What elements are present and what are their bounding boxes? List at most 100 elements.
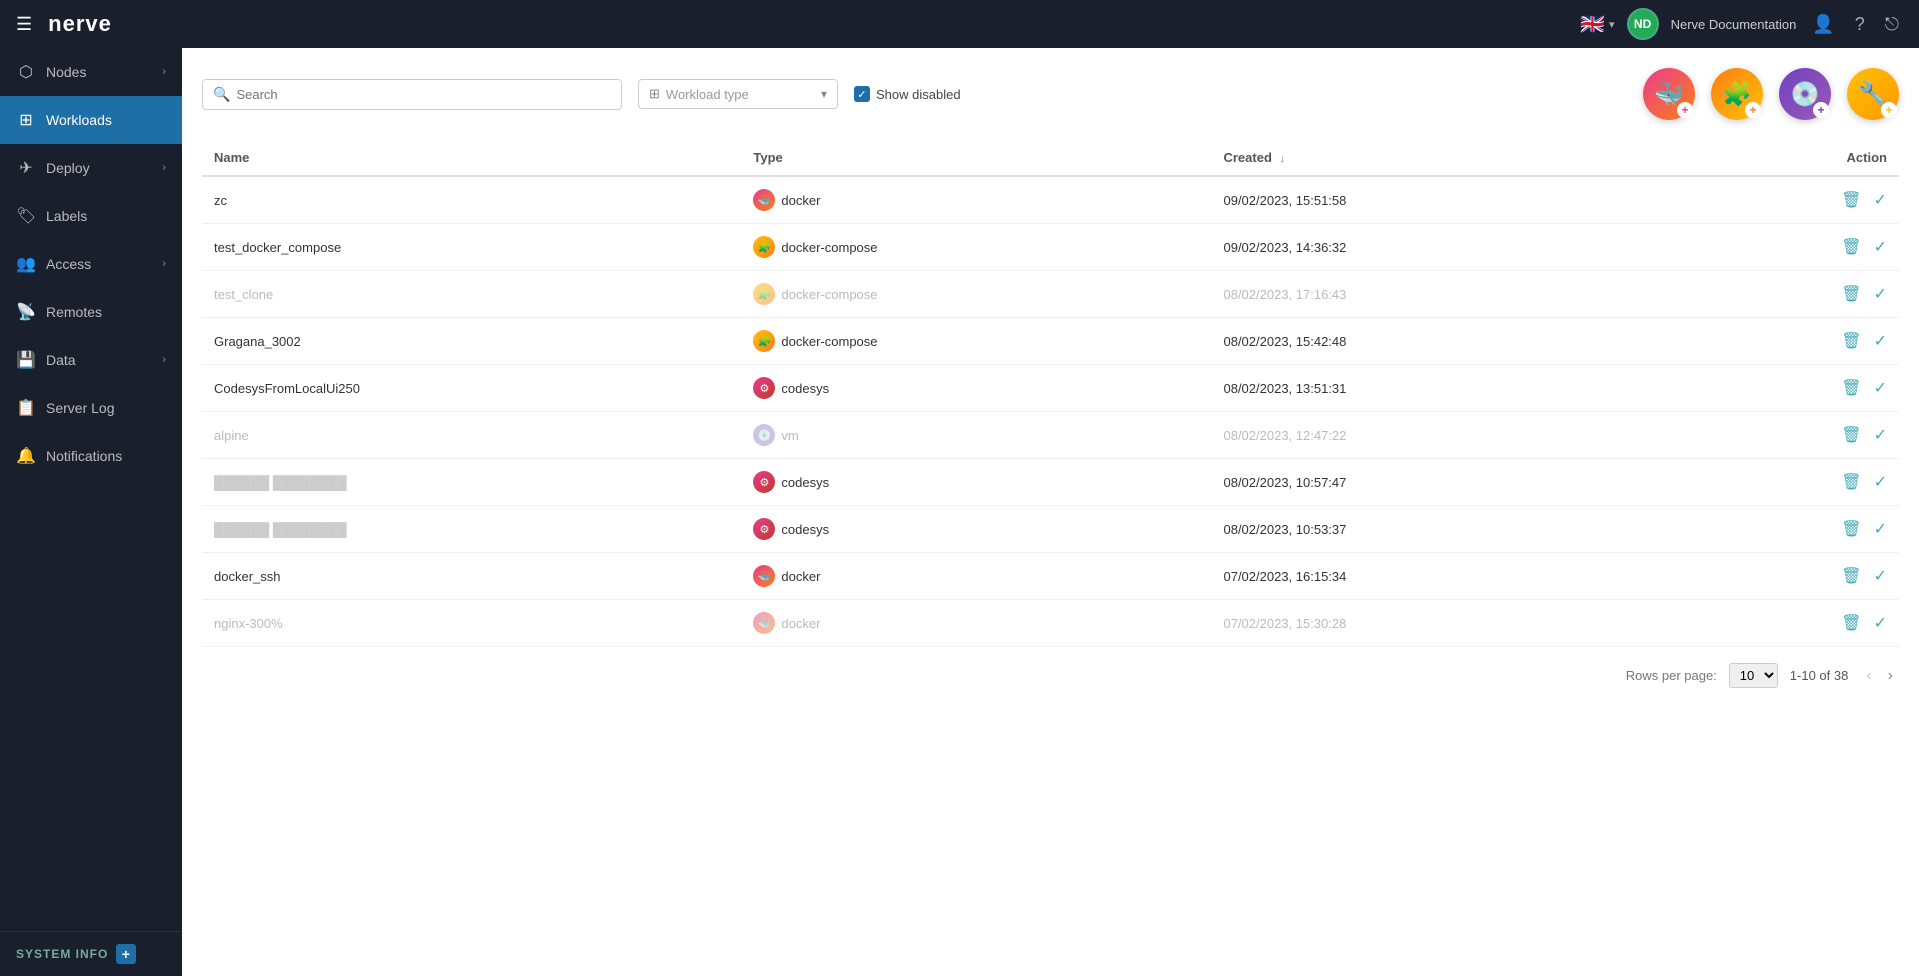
add-docker-button[interactable]: 🐳 + [1643,68,1695,120]
workloads-table: Name Type Created ↓ Action zc🐳docker09/0… [202,140,1899,647]
deploy-button[interactable]: ✓ [1874,331,1887,351]
type-dot-icon: 🐳 [753,612,775,634]
col-action: Action [1678,140,1899,176]
cell-type: 🧩docker-compose [741,224,1211,271]
cell-created: 08/02/2023, 15:42:48 [1211,318,1677,365]
cell-type: 🐳docker [741,176,1211,224]
deploy-button[interactable]: ✓ [1874,190,1887,210]
deploy-button[interactable]: ✓ [1874,378,1887,398]
chevron-down-icon: ▾ [1609,18,1615,31]
add-vm-button[interactable]: 💿 + [1779,68,1831,120]
cell-name: ██████ ████████ [202,506,741,553]
remotes-icon: 📡 [16,302,36,322]
cell-created: 07/02/2023, 16:15:34 [1211,553,1677,600]
type-label: docker [781,616,820,631]
type-dot-icon: 🐳 [753,565,775,587]
type-dot-icon: 💿 [753,424,775,446]
delete-button[interactable]: 🗑 [1841,237,1861,257]
delete-button[interactable]: 🗑 [1841,284,1861,304]
nodes-icon: ⬡ [16,62,36,82]
add-compose-button[interactable]: 🧩 + [1711,68,1763,120]
deploy-button[interactable]: ✓ [1874,613,1887,633]
table-row: Gragana_3002🧩docker-compose08/02/2023, 1… [202,318,1899,365]
rows-per-page-select[interactable]: 10 5 25 50 [1729,663,1778,688]
sidebar-item-notifications[interactable]: 🔔 Notifications [0,432,182,480]
type-label: docker-compose [781,287,877,302]
sidebar-item-label: Workloads [46,112,112,128]
delete-button[interactable]: 🗑 [1841,519,1861,539]
type-label: codesys [781,475,829,490]
rows-per-page-label: Rows per page: [1626,668,1717,683]
chevron-right-icon: › [162,258,166,270]
table-row: ██████ ████████⚙codesys08/02/2023, 10:53… [202,506,1899,553]
cell-action: 🗑 ✓ [1678,271,1899,318]
cell-created: 08/02/2023, 13:51:31 [1211,365,1677,412]
plus-badge: + [1813,102,1829,118]
add-codesys-button[interactable]: 🔧 + [1847,68,1899,120]
sidebar-item-data[interactable]: 💾 Data › [0,336,182,384]
deploy-button[interactable]: ✓ [1874,284,1887,304]
logo-text: nerve [48,11,112,37]
delete-button[interactable]: 🗑 [1841,190,1861,210]
system-info-button[interactable]: SYSTEM INFO + [16,944,166,964]
hamburger-icon[interactable]: ☰ [16,14,32,35]
pagination: Rows per page: 10 5 25 50 1-10 of 38 ‹ › [202,663,1899,688]
type-dot-icon: 🧩 [753,330,775,352]
search-box[interactable]: 🔍 [202,79,622,110]
cell-type: 🧩docker-compose [741,271,1211,318]
deploy-icon: ✈ [16,158,36,178]
cell-action: 🗑 ✓ [1678,553,1899,600]
delete-button[interactable]: 🗑 [1841,613,1861,633]
cell-name: docker_ssh [202,553,741,600]
sidebar-item-workloads[interactable]: ⊞ Workloads [0,96,182,144]
cell-type: 🐳docker [741,553,1211,600]
show-disabled-toggle[interactable]: ✓ Show disabled [854,86,961,102]
show-disabled-checkbox[interactable]: ✓ [854,86,870,102]
labels-icon: 🏷 [16,206,36,226]
sidebar-item-nodes[interactable]: ⬡ Nodes › [0,48,182,96]
cell-action: 🗑 ✓ [1678,506,1899,553]
table-row: alpine💿vm08/02/2023, 12:47:22 🗑 ✓ [202,412,1899,459]
type-label: codesys [781,381,829,396]
table-row: docker_ssh🐳docker07/02/2023, 16:15:34 🗑 … [202,553,1899,600]
search-icon: 🔍 [213,86,230,103]
workload-type-filter[interactable]: ⊞ Workload type ▾ [638,79,838,109]
language-selector[interactable]: 🇬🇧 ▾ [1580,12,1614,37]
user-profile-icon[interactable]: 👤 [1808,10,1838,39]
cell-action: 🗑 ✓ [1678,318,1899,365]
sidebar-item-remotes[interactable]: 📡 Remotes [0,288,182,336]
prev-page-button[interactable]: ‹ [1860,665,1877,687]
sidebar-item-deploy[interactable]: ✈ Deploy › [0,144,182,192]
sidebar-item-label: Notifications [46,448,122,464]
sidebar-item-label: Access [46,256,91,272]
chevron-right-icon: › [162,162,166,174]
delete-button[interactable]: 🗑 [1841,425,1861,445]
sidebar: ⬡ Nodes › ⊞ Workloads ✈ Deploy › 🏷 Label… [0,48,182,976]
delete-button[interactable]: 🗑 [1841,566,1861,586]
deploy-button[interactable]: ✓ [1874,425,1887,445]
col-name: Name [202,140,741,176]
delete-button[interactable]: 🗑 [1841,331,1861,351]
serverlog-icon: 📋 [16,398,36,418]
sidebar-item-access[interactable]: 👥 Access › [0,240,182,288]
sidebar-item-labels[interactable]: 🏷 Labels [0,192,182,240]
search-input[interactable] [236,87,611,102]
notifications-icon: 🔔 [16,446,36,466]
logout-icon[interactable]: ⎋ [1881,10,1903,39]
help-icon[interactable]: ? [1851,10,1869,39]
deploy-button[interactable]: ✓ [1874,519,1887,539]
deploy-button[interactable]: ✓ [1874,566,1887,586]
workload-type-label: Workload type [666,87,815,102]
delete-button[interactable]: 🗑 [1841,472,1861,492]
table-row: zc🐳docker09/02/2023, 15:51:58 🗑 ✓ [202,176,1899,224]
main-content: 🔍 ⊞ Workload type ▾ ✓ Show disabled 🐳 + … [182,48,1919,976]
pagination-range: 1-10 of 38 [1790,668,1849,683]
col-created[interactable]: Created ↓ [1211,140,1677,176]
cell-created: 08/02/2023, 10:53:37 [1211,506,1677,553]
cell-name: ██████ ████████ [202,459,741,506]
deploy-button[interactable]: ✓ [1874,237,1887,257]
sidebar-item-serverlog[interactable]: 📋 Server Log [0,384,182,432]
next-page-button[interactable]: › [1882,665,1899,687]
deploy-button[interactable]: ✓ [1874,472,1887,492]
delete-button[interactable]: 🗑 [1841,378,1861,398]
